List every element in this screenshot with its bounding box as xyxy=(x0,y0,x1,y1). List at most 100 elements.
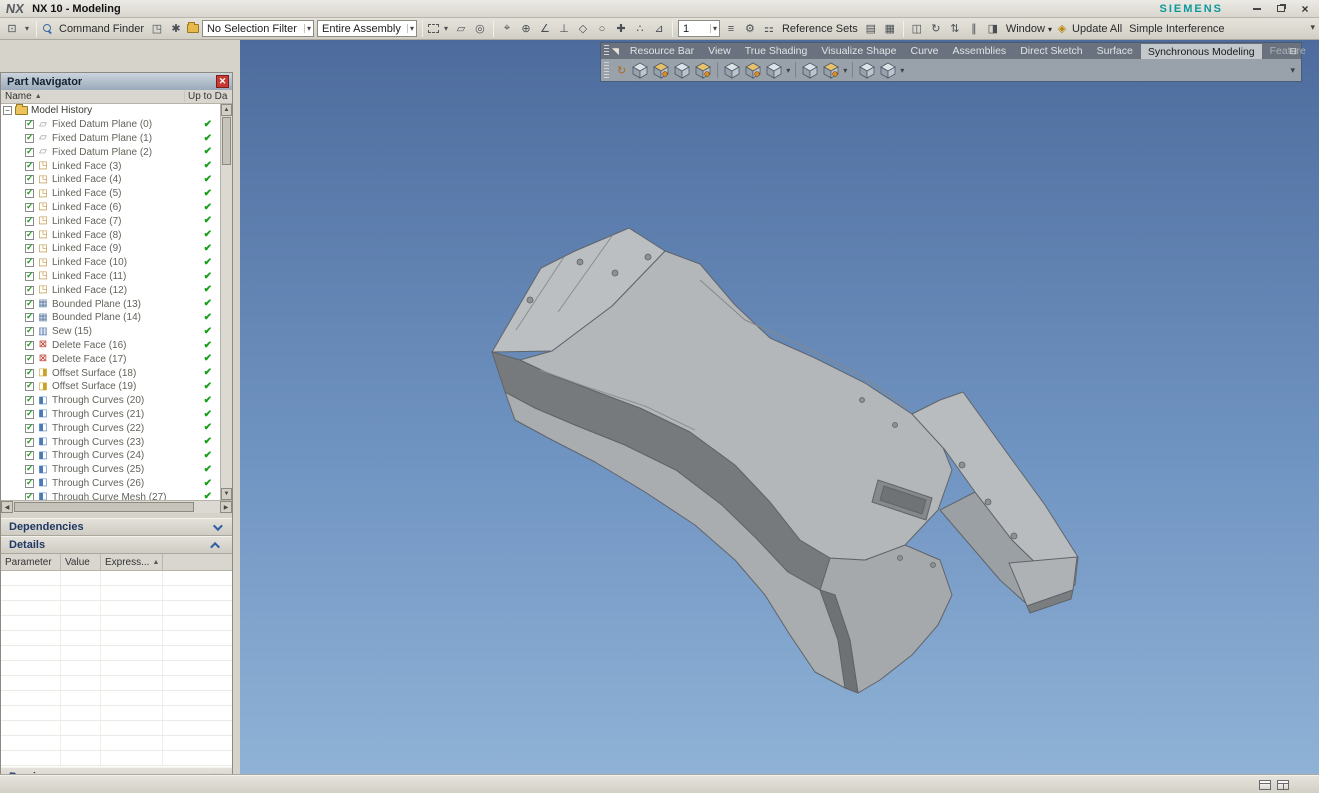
ribbon-tab[interactable]: Surface xyxy=(1090,43,1140,59)
item-checkbox[interactable] xyxy=(25,231,34,240)
item-checkbox[interactable] xyxy=(25,148,34,157)
open-folder-icon[interactable] xyxy=(187,24,199,33)
history-mode-icon[interactable]: ↻ xyxy=(617,64,626,77)
scroll-thumb[interactable] xyxy=(14,502,194,512)
tree-item-row[interactable]: Delete Face (17) ✔ xyxy=(1,352,220,366)
minimize-button[interactable] xyxy=(1249,2,1265,16)
panel-anchor-icon[interactable]: ◥ xyxy=(612,46,619,57)
item-checkbox[interactable] xyxy=(25,355,34,364)
value-column-header[interactable]: Value xyxy=(61,554,101,570)
replace-face-tool-icon[interactable] xyxy=(694,61,712,79)
tree-item-row[interactable]: Linked Face (11) ✔ xyxy=(1,270,220,284)
command-finder-label[interactable]: Command Finder xyxy=(57,23,146,35)
item-checkbox[interactable] xyxy=(25,382,34,391)
tree-item-row[interactable]: Linked Face (6) ✔ xyxy=(1,201,220,215)
plane-tool-icon[interactable]: ▱ xyxy=(453,21,469,37)
view-list-icon[interactable]: ▤ xyxy=(863,21,879,37)
tree-horizontal-scrollbar[interactable]: ◀ ▶ xyxy=(1,500,232,513)
collapse-icon[interactable]: − xyxy=(3,106,12,115)
snap-perpendicular-icon[interactable]: ⊥ xyxy=(556,21,572,37)
parameter-column-header[interactable]: Parameter xyxy=(1,554,61,570)
tree-item-row[interactable]: Delete Face (16) ✔ xyxy=(1,339,220,353)
chevron-down-icon[interactable] xyxy=(213,521,223,531)
tree-item-row[interactable]: Linked Face (4) ✔ xyxy=(1,173,220,187)
customize-icon[interactable]: ✱ xyxy=(168,21,184,37)
fit-view-icon[interactable]: ⇅ xyxy=(947,21,963,37)
linear-dimension-tool-icon[interactable] xyxy=(858,61,876,79)
select-caret-icon[interactable]: ▾ xyxy=(442,21,450,37)
window-layout-icon[interactable] xyxy=(1259,780,1271,790)
item-checkbox[interactable] xyxy=(25,341,34,350)
tree-item-row[interactable]: Fixed Datum Plane (2) ✔ xyxy=(1,145,220,159)
scroll-down-icon[interactable]: ▼ xyxy=(221,488,232,500)
window-menu[interactable]: Window ▾ xyxy=(1004,23,1054,35)
grid-view-icon[interactable]: ▦ xyxy=(882,21,898,37)
snap-midpoint-icon[interactable]: ◇ xyxy=(575,21,591,37)
update-all-button[interactable]: Update All xyxy=(1070,23,1124,35)
tree-item-row[interactable]: Through Curves (20) ✔ xyxy=(1,394,220,408)
tree-item-row[interactable]: Sew (15) ✔ xyxy=(1,325,220,339)
tree-item-row[interactable]: Through Curves (23) ✔ xyxy=(1,435,220,449)
reference-sets-label[interactable]: Reference Sets xyxy=(780,23,860,35)
scroll-thumb[interactable] xyxy=(222,117,231,165)
item-checkbox[interactable] xyxy=(25,134,34,143)
ribbon-tab[interactable]: Feature xyxy=(1263,43,1313,59)
item-checkbox[interactable] xyxy=(25,175,34,184)
simple-interference-button[interactable]: Simple Interference xyxy=(1127,23,1226,35)
layer-dropdown[interactable]: 1 ▾ xyxy=(678,20,720,37)
highlight-icon[interactable]: ◎ xyxy=(472,21,488,37)
item-checkbox[interactable] xyxy=(25,438,34,447)
item-checkbox[interactable] xyxy=(25,369,34,378)
gear-icon[interactable]: ⚙ xyxy=(742,21,758,37)
tree-item-row[interactable]: Linked Face (3) ✔ xyxy=(1,159,220,173)
reference-set-icon[interactable]: ⚏ xyxy=(761,21,777,37)
selection-filter-dropdown[interactable]: No Selection Filter ▾ xyxy=(202,20,314,37)
menu-page-icon[interactable]: ⊡ xyxy=(4,21,20,37)
details-section-header[interactable]: Details xyxy=(1,536,232,554)
tree-item-row[interactable]: Through Curves (24) ✔ xyxy=(1,449,220,463)
tree-item-row[interactable]: Linked Face (7) ✔ xyxy=(1,214,220,228)
item-checkbox[interactable] xyxy=(25,120,34,129)
item-checkbox[interactable] xyxy=(25,465,34,474)
refresh-icon[interactable]: ↻ xyxy=(928,21,944,37)
snap-center-icon[interactable]: ○ xyxy=(594,21,610,37)
tree-item-row[interactable]: Through Curves (21) ✔ xyxy=(1,408,220,422)
snap-angle-icon[interactable]: ∠ xyxy=(537,21,553,37)
toolbar-overflow-caret-icon[interactable]: ▾ xyxy=(1310,22,1315,33)
delete-face-tool-icon[interactable] xyxy=(744,61,762,79)
tree-item-row[interactable]: Linked Face (9) ✔ xyxy=(1,242,220,256)
tree-item-row[interactable]: Through Curve Mesh (27) ✔ xyxy=(1,490,220,500)
close-button[interactable]: × xyxy=(1297,2,1313,16)
pane-icon[interactable]: ◫ xyxy=(909,21,925,37)
shell-tool-icon[interactable] xyxy=(879,61,897,79)
item-checkbox[interactable] xyxy=(25,286,34,295)
pull-face-tool-icon[interactable] xyxy=(652,61,670,79)
tree-item-row[interactable]: Bounded Plane (13) ✔ xyxy=(1,297,220,311)
name-column-header[interactable]: Name ▲ xyxy=(5,91,184,102)
orient-icon[interactable]: ∥ xyxy=(966,21,982,37)
offset-region-tool-icon[interactable] xyxy=(673,61,691,79)
tree-item-row[interactable]: Offset Surface (18) ✔ xyxy=(1,366,220,380)
tree-item-row[interactable]: Fixed Datum Plane (1) ✔ xyxy=(1,132,220,146)
tree-item-row[interactable]: Through Curves (26) ✔ xyxy=(1,477,220,491)
menu-caret-icon[interactable]: ▾ xyxy=(23,21,31,37)
item-checkbox[interactable] xyxy=(25,189,34,198)
split-view-icon[interactable] xyxy=(1277,780,1289,790)
tree-item-row[interactable]: Through Curves (22) ✔ xyxy=(1,421,220,435)
cad-model[interactable] xyxy=(240,40,1319,775)
scroll-up-icon[interactable]: ▲ xyxy=(221,104,232,116)
tree-root-row[interactable]: − Model History xyxy=(1,104,220,118)
dependencies-section-header[interactable]: Dependencies xyxy=(1,518,232,536)
item-checkbox[interactable] xyxy=(25,203,34,212)
snap-node-icon[interactable]: ∴ xyxy=(632,21,648,37)
item-checkbox[interactable] xyxy=(25,396,34,405)
item-checkbox[interactable] xyxy=(25,244,34,253)
item-checkbox[interactable] xyxy=(25,479,34,488)
tree-item-row[interactable]: Fixed Datum Plane (0) ✔ xyxy=(1,118,220,132)
part-navigator-header[interactable]: Part Navigator ✕ xyxy=(1,73,232,90)
3d-viewport[interactable]: ◥ Resource Bar View True Shading xyxy=(240,40,1319,775)
ribbon-tab[interactable]: True Shading xyxy=(738,43,815,59)
item-checkbox[interactable] xyxy=(25,272,34,281)
snap-point-icon[interactable]: ⌖ xyxy=(499,21,515,37)
tool-caret-icon[interactable]: ▾ xyxy=(900,66,904,75)
